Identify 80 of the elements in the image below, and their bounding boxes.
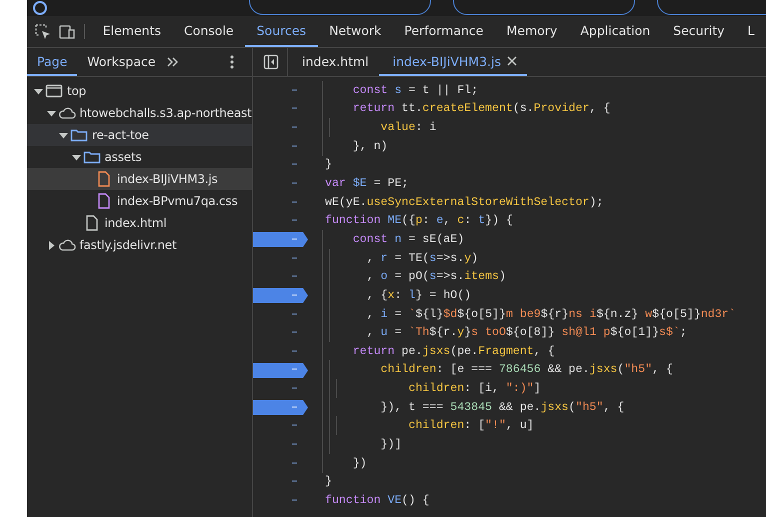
folder-icon — [70, 127, 88, 143]
gutter-mark: – — [291, 140, 298, 153]
gutter-mark: – — [291, 475, 298, 488]
breakpoint-marker[interactable] — [253, 400, 308, 415]
code-line: })] — [325, 438, 402, 451]
panel-tab[interactable]: Console — [172, 16, 246, 47]
code-line: }) — [325, 456, 367, 470]
tree-item[interactable]: index.html — [27, 212, 252, 234]
gutter-mark: – — [291, 177, 298, 190]
code-line: , i = `${l}$d${o[5]}m be9${r}ns i${n.z} w${o[5]}nd3r` — [325, 308, 736, 320]
code-line: }, n) — [325, 140, 388, 153]
navigator-tab[interactable]: Workspace — [77, 48, 166, 76]
gutter-mark: – — [291, 308, 298, 320]
code-line: function VE() { — [325, 494, 430, 507]
cloud-icon — [58, 105, 76, 121]
file-tab[interactable]: index.html — [288, 48, 379, 76]
code-line: children: [e === 786456 && pe.jsxs("h5", { — [325, 363, 673, 376]
code-line: return pe.jsxs(pe.Fragment, { — [325, 344, 555, 358]
gutter-mark: – — [291, 252, 298, 265]
panel-tab[interactable]: Performance — [392, 16, 495, 47]
breakpoint-marker[interactable] — [253, 232, 308, 248]
gutter-mark: – — [291, 288, 298, 302]
gutter-mark: – — [291, 400, 298, 414]
tree-item[interactable]: index-BPvmu7qa.css — [27, 190, 252, 212]
code-line: function ME({p: e, c: t}) { — [325, 214, 513, 228]
code-line: , u = `Th${r.y}s toO${o[8]} sh@l1 p${o[1]}s$`; — [325, 326, 687, 340]
gutter-mark: – — [291, 158, 298, 172]
code-line: , {x: l} = hO() — [325, 288, 472, 302]
breakpoint-marker[interactable] — [253, 362, 308, 378]
tree-item[interactable]: assets — [27, 146, 252, 168]
code-line: , r = TE(s=>s.y) — [325, 252, 478, 265]
code-line: children: ["!", u] — [325, 419, 534, 432]
navigator-tab[interactable]: Page — [27, 48, 78, 76]
tree-item[interactable]: htowebchalls.s3.ap-northeast — [27, 102, 252, 124]
panel-tab[interactable]: Security — [662, 16, 736, 47]
code-line: , o = pO(s=>s.items) — [325, 270, 506, 284]
panel-tab[interactable]: Memory — [494, 16, 569, 47]
folder-icon — [82, 149, 100, 165]
code-line: var $E = PE; — [325, 177, 409, 190]
gutter-mark: – — [291, 102, 298, 116]
frame-icon — [45, 83, 63, 99]
more-tabs-icon[interactable] — [166, 56, 180, 68]
gutter-mark: – — [291, 196, 298, 209]
gutter-mark: – — [291, 121, 298, 134]
close-icon[interactable] — [507, 56, 517, 66]
panel-tab[interactable]: Application — [568, 16, 662, 47]
panel-tab[interactable]: Network — [318, 16, 393, 47]
code-line: const n = sE(aE) — [325, 232, 464, 246]
code-line: const s = t || Fl; — [325, 84, 478, 97]
code-line: return tt.createElement(s.Provider, { — [325, 102, 610, 116]
more-options-icon[interactable] — [230, 55, 234, 69]
tree-item[interactable]: re-act-toe — [27, 124, 252, 146]
file-tab[interactable]: index-BIJiVHM3.js — [378, 48, 527, 76]
gutter-mark: – — [291, 494, 298, 507]
gutter-mark: – — [291, 232, 298, 246]
tree-item[interactable]: top — [27, 80, 252, 102]
gutter-mark: – — [291, 419, 298, 432]
tree-item[interactable]: fastly.jsdelivr.net — [27, 234, 252, 256]
panel-tab[interactable]: Sources — [245, 16, 318, 47]
breakpoint-marker[interactable] — [253, 288, 308, 304]
code-line: value: i — [325, 121, 436, 134]
code-line: children: [i, ":)"] — [325, 382, 541, 396]
gutter-mark: – — [291, 270, 298, 284]
cloud-icon — [58, 237, 76, 253]
gutter-mark: – — [291, 344, 298, 358]
panel-tab[interactable]: Elements — [91, 16, 172, 47]
code-line: wE(yE.useSyncExternalStoreWithSelector); — [325, 196, 604, 209]
gutter-mark: – — [291, 438, 298, 451]
gutter-mark: – — [291, 326, 298, 340]
panel-tab[interactable]: L — [736, 16, 766, 47]
gutter-mark: – — [291, 456, 298, 470]
code-line: } — [325, 475, 332, 488]
code-line: }), t === 543845 && pe.jsxs("h5", { — [325, 400, 624, 414]
gutter-mark: – — [291, 214, 298, 228]
code-line: } — [325, 158, 332, 172]
gutter-mark: – — [291, 84, 298, 97]
sidebar-toggle-icon[interactable] — [263, 54, 279, 70]
gutter-mark: – — [291, 382, 298, 396]
tree-item[interactable]: index-BIJiVHM3.js — [27, 168, 252, 190]
gutter-mark: – — [291, 363, 298, 376]
